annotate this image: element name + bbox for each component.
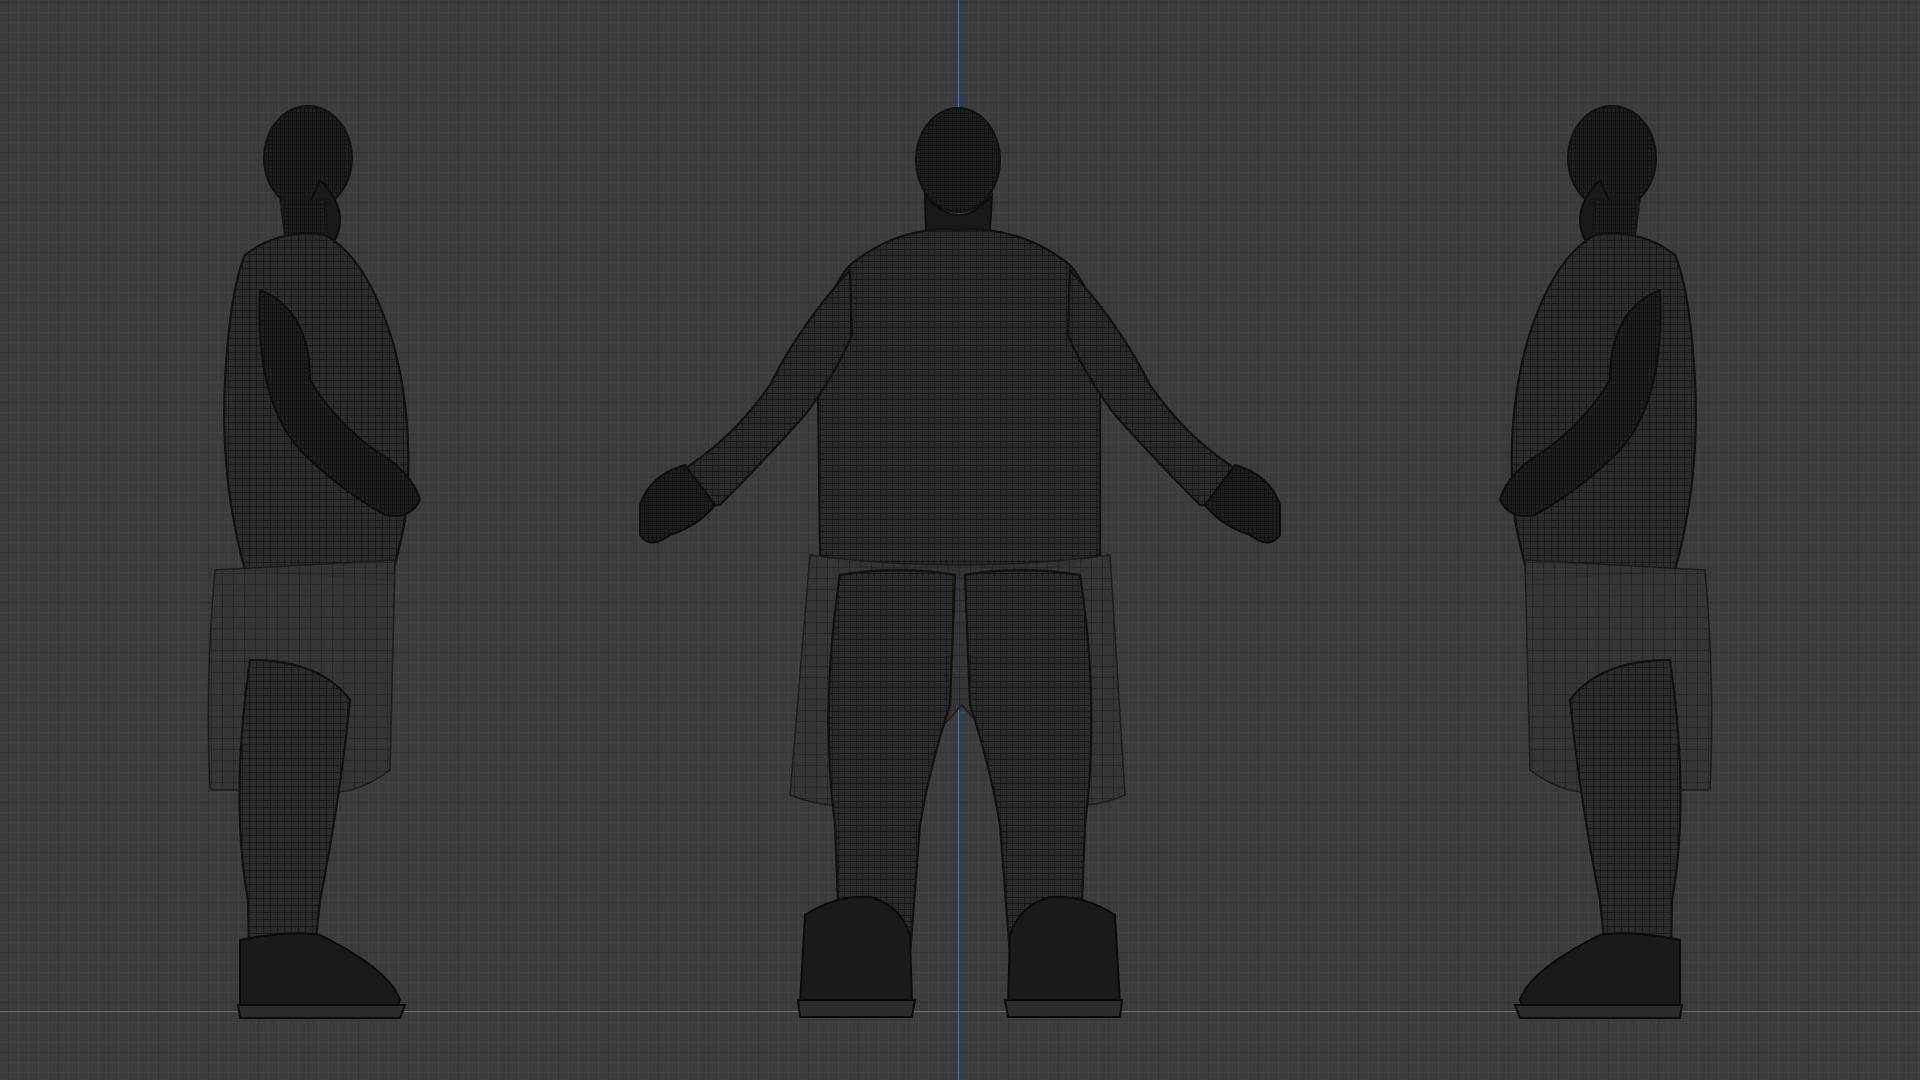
character-side-view-left[interactable]: [200, 100, 460, 1020]
3d-viewport[interactable]: [0, 0, 1920, 1080]
character-front-view[interactable]: [639, 105, 1281, 1020]
character-side-view-right[interactable]: [1460, 100, 1720, 1020]
